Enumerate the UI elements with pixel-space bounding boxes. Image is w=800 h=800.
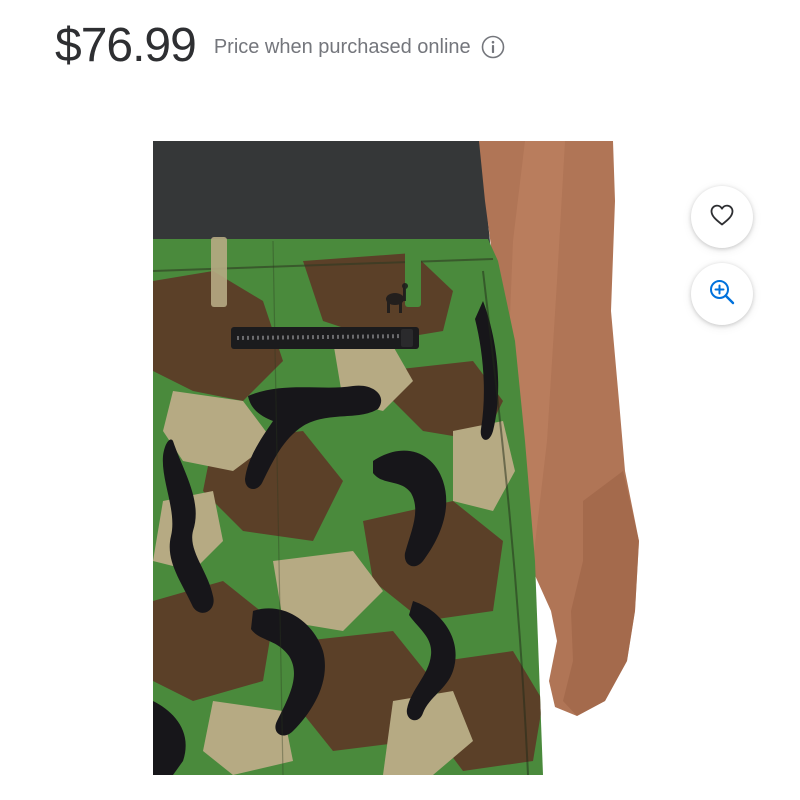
zoom-button[interactable]: [691, 263, 753, 325]
camo-shorts-photo: [153, 141, 640, 775]
price-note: Price when purchased online: [214, 35, 505, 59]
product-price: $76.99: [55, 19, 197, 72]
info-icon[interactable]: [481, 35, 505, 59]
price-row: $76.99 Price when purchased online: [55, 16, 505, 76]
zoom-in-icon: [708, 278, 736, 311]
heart-icon: [709, 203, 735, 232]
favorite-button[interactable]: [691, 186, 753, 248]
product-page: $76.99 Price when purchased online: [0, 0, 800, 800]
price-note-label: Price when purchased online: [213, 35, 471, 58]
product-image[interactable]: [153, 141, 640, 775]
